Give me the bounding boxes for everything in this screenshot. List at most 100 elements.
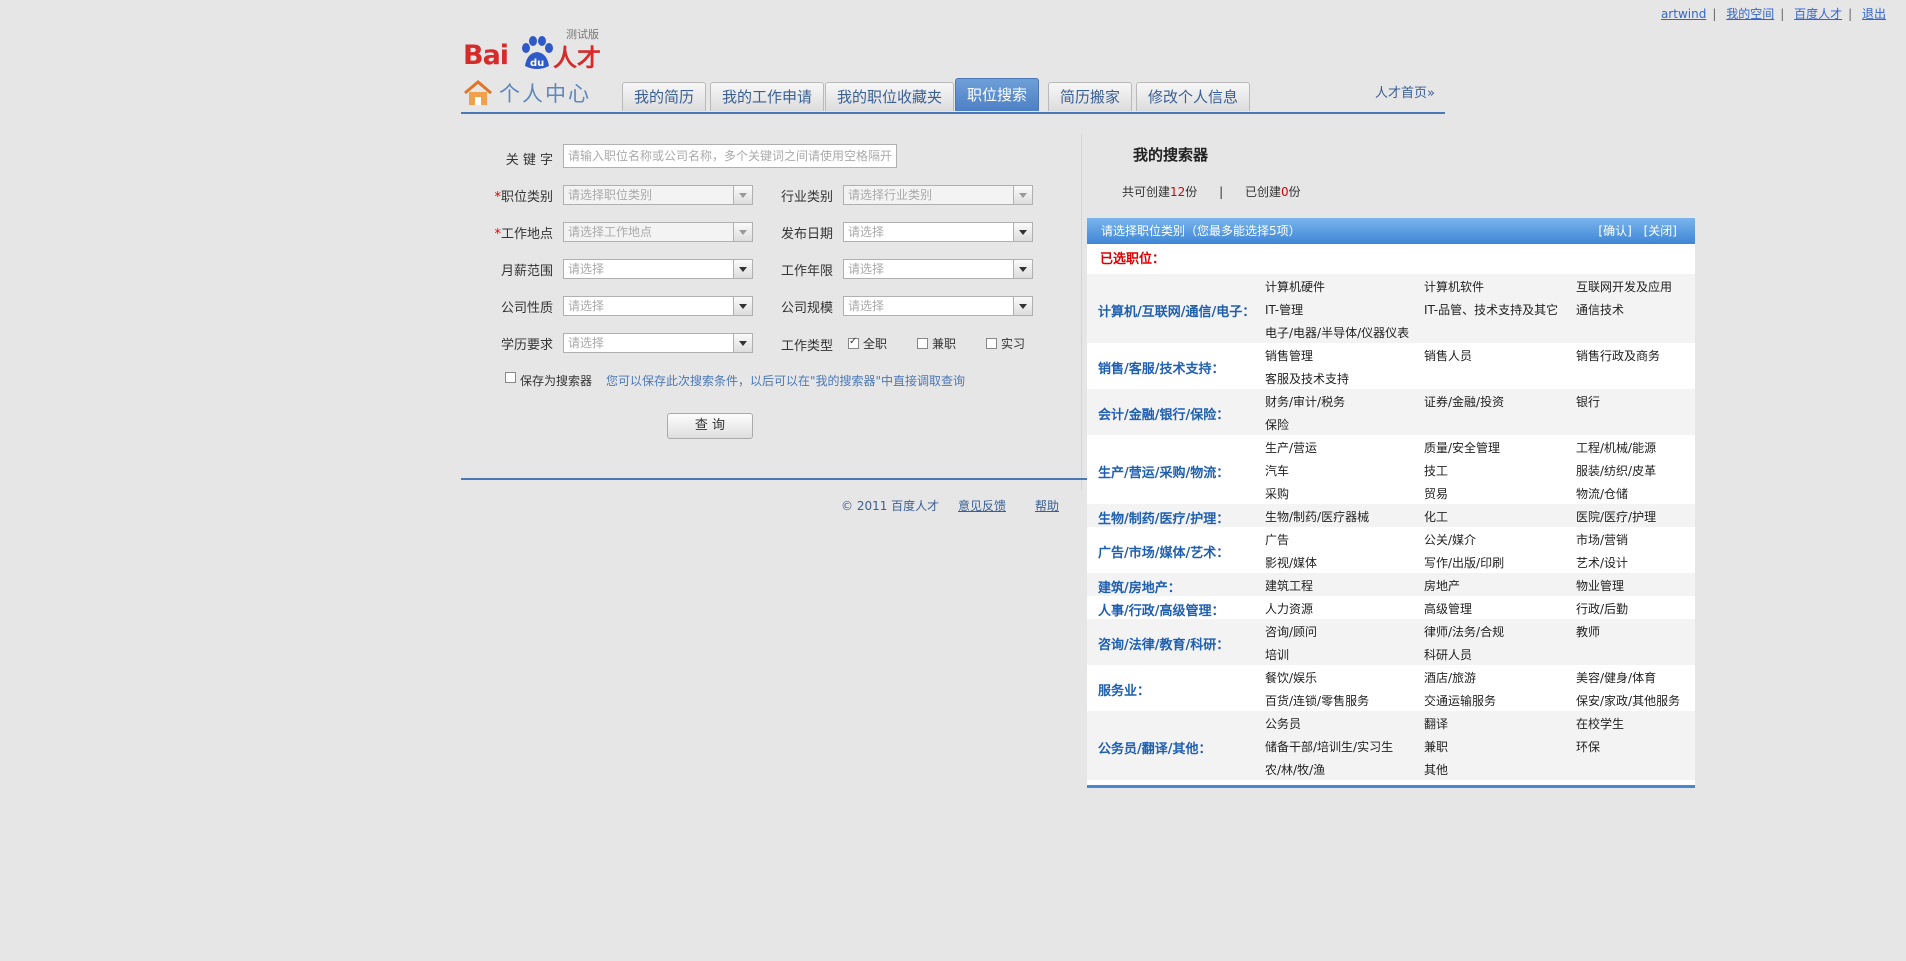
category-option[interactable]: 酒店/旅游 (1424, 669, 1476, 686)
logo-brand-text: Bai (463, 40, 509, 71)
category-option[interactable]: 其他 (1424, 761, 1448, 778)
category-option[interactable]: 保险 (1265, 416, 1289, 433)
category-option[interactable]: 在校学生 (1576, 715, 1624, 732)
category-option[interactable]: 服装/纺织/皮革 (1576, 462, 1656, 479)
job-category-select[interactable]: 请选择职位类别 (563, 185, 753, 205)
category-option[interactable]: 美容/健身/体育 (1576, 669, 1656, 686)
category-option[interactable]: 交通运输服务 (1424, 692, 1496, 709)
category-option[interactable]: 汽车 (1265, 462, 1289, 479)
category-option[interactable]: 互联网开发及应用 (1576, 278, 1672, 295)
confirm-button[interactable]: [确认] (1598, 224, 1631, 238)
category-option[interactable]: 律师/法务/合规 (1424, 623, 1504, 640)
category-option[interactable]: 证券/金融/投资 (1424, 393, 1504, 410)
tab-resume-move[interactable]: 简历搬家 (1048, 82, 1133, 111)
tab-my-resume[interactable]: 我的简历 (622, 82, 707, 111)
category-group-name: 服务业： (1098, 684, 1151, 699)
column-divider (1081, 134, 1082, 490)
category-option[interactable]: 行政/后勤 (1576, 600, 1628, 617)
category-option[interactable]: 银行 (1576, 393, 1600, 410)
category-option[interactable]: 质量/安全管理 (1424, 439, 1500, 456)
category-option[interactable]: 物流/仓储 (1576, 485, 1628, 502)
category-option[interactable]: 培训 (1265, 646, 1289, 663)
category-option[interactable]: 写作/出版/印刷 (1424, 554, 1504, 571)
years-select[interactable]: 请选择 (843, 259, 1033, 279)
category-option[interactable]: 财务/审计/税务 (1265, 393, 1345, 410)
category-option[interactable]: 销售人员 (1424, 347, 1472, 364)
category-option[interactable]: 人力资源 (1265, 600, 1313, 617)
category-option[interactable]: 工程/机械/能源 (1576, 439, 1656, 456)
category-option[interactable]: 生物/制药/医疗器械 (1265, 508, 1369, 525)
baidu-talent-link[interactable]: 百度人才 (1794, 7, 1842, 21)
category-option[interactable]: 公关/媒介 (1424, 531, 1476, 548)
fulltime-checkbox[interactable] (848, 336, 859, 349)
category-option[interactable]: 市场/营销 (1576, 531, 1628, 548)
help-link[interactable]: 帮助 (1035, 497, 1059, 514)
tab-edit-profile[interactable]: 修改个人信息 (1136, 82, 1251, 111)
save-searcher-checkbox[interactable] (505, 372, 516, 383)
logout-link[interactable]: 退出 (1862, 7, 1886, 21)
category-option[interactable]: 物业管理 (1576, 577, 1624, 594)
category-option[interactable]: 建筑工程 (1265, 577, 1313, 594)
category-option[interactable]: 销售行政及商务 (1576, 347, 1660, 364)
category-option[interactable]: 农/林/牧/渔 (1265, 761, 1325, 778)
keyword-input[interactable]: 请输入职位名称或公司名称，多个关键词之间请使用空格隔开 (563, 144, 897, 168)
category-option[interactable]: 咨询/顾问 (1265, 623, 1317, 640)
category-group-name: 销售/客服/技术支持： (1098, 362, 1225, 377)
location-select[interactable]: 请选择工作地点 (563, 222, 753, 242)
category-option[interactable]: 销售管理 (1265, 347, 1313, 364)
category-option[interactable]: 保安/家政/其他服务 (1576, 692, 1680, 709)
category-option[interactable]: 餐饮/娱乐 (1265, 669, 1317, 686)
category-option[interactable]: IT-管理 (1265, 301, 1303, 318)
category-option[interactable]: 环保 (1576, 738, 1600, 755)
education-select[interactable]: 请选择 (563, 333, 753, 353)
close-button[interactable]: [关闭] (1644, 224, 1677, 238)
tab-job-search[interactable]: 职位搜索 (955, 78, 1040, 111)
category-option[interactable]: 影视/媒体 (1265, 554, 1317, 571)
category-option[interactable]: 教师 (1576, 623, 1600, 640)
category-option[interactable]: 客服及技术支持 (1265, 370, 1349, 387)
footer-divider (461, 478, 1091, 480)
tab-my-applications[interactable]: 我的工作申请 (710, 82, 825, 111)
internship-checkbox[interactable] (986, 338, 997, 349)
category-option[interactable]: 房地产 (1424, 577, 1460, 594)
category-option[interactable]: 科研人员 (1424, 646, 1472, 663)
category-option[interactable]: 公务员 (1265, 715, 1301, 732)
category-option[interactable]: IT-品管、技术支持及其它 (1424, 301, 1558, 318)
company-type-select[interactable]: 请选择 (563, 296, 753, 316)
company-size-select[interactable]: 请选择 (843, 296, 1033, 316)
created-count: 0 (1281, 185, 1289, 199)
category-option[interactable]: 贸易 (1424, 485, 1448, 502)
category-option[interactable]: 电子/电器/半导体/仪器仪表 (1265, 324, 1409, 341)
parttime-checkbox[interactable] (917, 338, 928, 349)
category-group: 生产/营运/采购/物流： 生产/营运 质量/安全管理 工程/机械/能源 汽车 技工 服装/纺… (1087, 435, 1695, 504)
category-option[interactable]: 计算机硬件 (1265, 278, 1325, 295)
category-group-name: 广告/市场/媒体/艺术： (1098, 546, 1230, 561)
category-option[interactable]: 技工 (1424, 462, 1448, 479)
category-option[interactable]: 生产/营运 (1265, 439, 1317, 456)
category-option[interactable]: 计算机软件 (1424, 278, 1484, 295)
category-option[interactable]: 百货/连锁/零售服务 (1265, 692, 1369, 709)
search-button[interactable]: 查 询 (667, 413, 753, 439)
username-link[interactable]: artwind (1661, 7, 1706, 21)
beta-badge: 测试版 (566, 28, 599, 41)
category-option[interactable]: 化工 (1424, 508, 1448, 525)
category-option[interactable]: 采购 (1265, 485, 1289, 502)
category-option[interactable]: 广告 (1265, 531, 1289, 548)
feedback-link[interactable]: 意见反馈 (958, 497, 1006, 514)
category-option[interactable]: 艺术/设计 (1576, 554, 1628, 571)
tab-my-favorites[interactable]: 我的职位收藏夹 (825, 82, 955, 111)
category-option[interactable]: 医院/医疗/护理 (1576, 508, 1656, 525)
industry-select[interactable]: 请选择行业类别 (843, 185, 1033, 205)
publish-date-select[interactable]: 请选择 (843, 222, 1033, 242)
category-option[interactable]: 高级管理 (1424, 600, 1472, 617)
copyright: © 2011 百度人才 (841, 499, 940, 513)
save-searcher-label: 保存为搜索器 (520, 374, 593, 388)
category-option[interactable]: 通信技术 (1576, 301, 1624, 318)
category-option[interactable]: 翻译 (1424, 715, 1448, 732)
talent-home-link[interactable]: 人才首页» (1375, 82, 1435, 101)
category-option[interactable]: 兼职 (1424, 738, 1448, 755)
my-space-link[interactable]: 我的空间 (1726, 7, 1774, 21)
baidu-talent-logo[interactable]: Bai du 人才 测试版 (463, 22, 603, 72)
category-option[interactable]: 储备干部/培训生/实习生 (1265, 738, 1393, 755)
salary-select[interactable]: 请选择 (563, 259, 753, 279)
